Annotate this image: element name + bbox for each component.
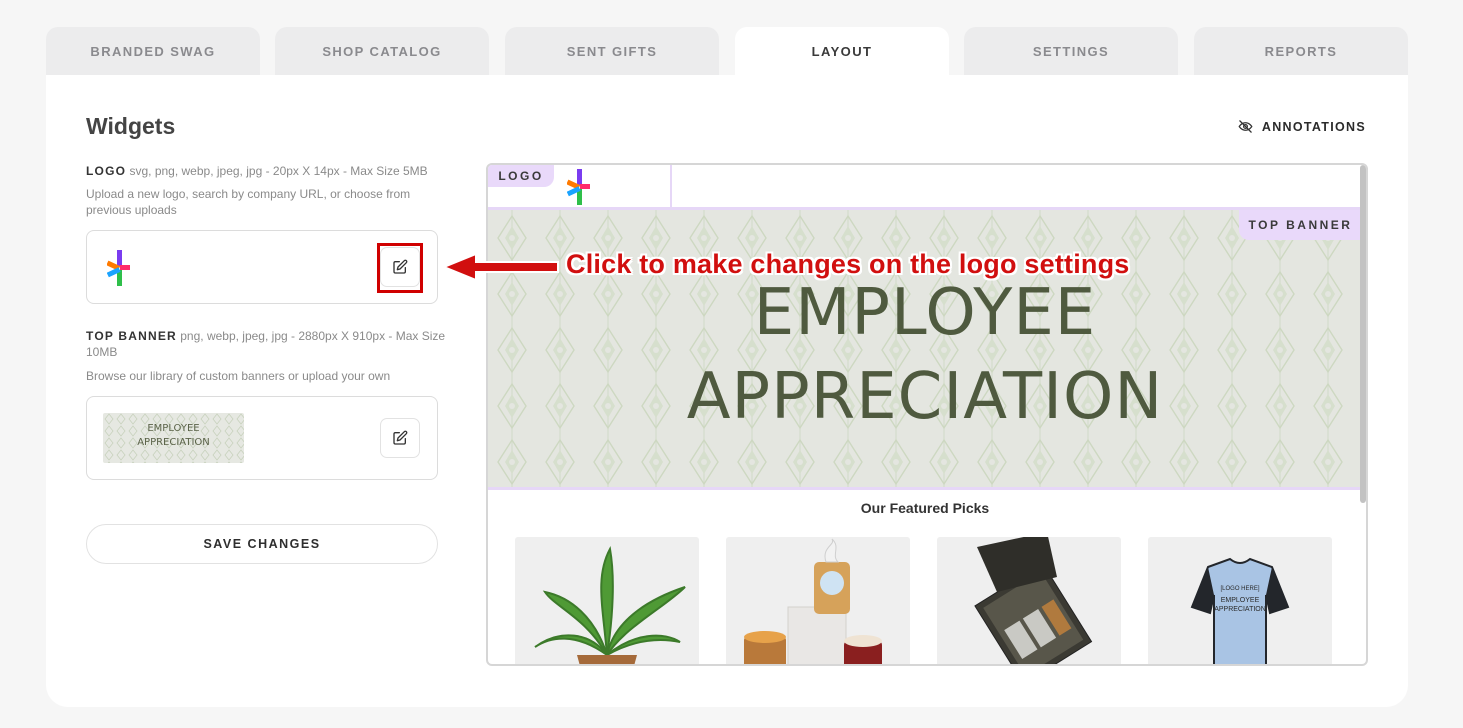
annotations-toggle[interactable]: ANNOTATIONS [1238, 119, 1366, 134]
jersey-text-3: APPRECIATION [1214, 606, 1266, 613]
product-card[interactable] [515, 537, 699, 664]
gift-box-image [937, 537, 1121, 664]
company-logo [106, 250, 131, 291]
product-card[interactable]: [LOGO HERE] EMPLOYEE APPRECIATION [1148, 537, 1332, 664]
tab-branded-swag[interactable]: BRANDED SWAG [46, 27, 260, 75]
widgets-title: Widgets [86, 113, 176, 139]
preview-scrollbar[interactable] [1360, 165, 1366, 503]
logo-field-label: LOGO [86, 164, 127, 178]
preview-banner-badge: TOP BANNER [1239, 210, 1362, 240]
product-card[interactable] [937, 537, 1121, 664]
plant-image [515, 537, 699, 664]
candle-set-image [726, 537, 910, 664]
logo-field-help: Upload a new logo, search by company URL… [86, 187, 411, 217]
tab-reports[interactable]: REPORTS [1194, 27, 1408, 75]
annotations-label: ANNOTATIONS [1261, 119, 1366, 134]
banner-line1: EMPLOYEE [753, 276, 1097, 350]
tab-bar: BRANDED SWAG SHOP CATALOG SENT GIFTS LAY… [46, 27, 1408, 75]
banner-field-label: TOP BANNER [86, 329, 177, 343]
banner-edit-button[interactable] [380, 418, 420, 458]
banner-card: EMPLOYEE APPRECIATION [86, 396, 438, 480]
layout-preview: LOGO TOP BANNER EMPLOYEE APPRECIATION Ou… [486, 163, 1368, 666]
banner-field-help: Browse our library of custom banners or … [86, 369, 391, 383]
callout-text: Click to make changes on the logo settin… [566, 249, 1130, 279]
product-card[interactable] [726, 537, 910, 664]
jersey-image: [LOGO HERE] EMPLOYEE APPRECIATION [1148, 537, 1332, 664]
jersey-text-2: EMPLOYEE [1220, 597, 1260, 604]
preview-company-logo [566, 169, 591, 210]
banner-field-header: TOP BANNER png, webp, jpeg, jpg - 2880px… [86, 328, 446, 360]
logo-card [86, 230, 438, 304]
logo-field-spec: svg, png, webp, jpeg, jpg - 20px X 14px … [129, 164, 428, 178]
logo-edit-highlight [377, 243, 423, 293]
tab-settings[interactable]: SETTINGS [964, 27, 1178, 75]
banner-line2: APPRECIATION [686, 360, 1164, 434]
banner-thumb-line2: APPRECIATION [137, 437, 210, 448]
featured-picks-title: Our Featured Picks [860, 500, 990, 516]
logo-field-header: LOGO svg, png, webp, jpeg, jpg - 20px X … [86, 163, 446, 179]
tab-layout[interactable]: LAYOUT [735, 27, 949, 75]
eye-off-icon [1238, 119, 1253, 134]
jersey-text-1: [LOGO HERE] [1220, 586, 1260, 592]
edit-icon [392, 430, 408, 446]
callout-arrow-icon [441, 252, 559, 282]
tab-sent-gifts[interactable]: SENT GIFTS [505, 27, 719, 75]
banner-thumbnail: EMPLOYEE APPRECIATION [103, 413, 244, 463]
tab-shop-catalog[interactable]: SHOP CATALOG [275, 27, 489, 75]
banner-thumb-line1: EMPLOYEE [147, 423, 200, 434]
preview-logo-badge: LOGO [488, 165, 554, 187]
save-changes-button[interactable]: SAVE CHANGES [86, 524, 438, 564]
layout-panel: Widgets ANNOTATIONS LOGO svg, png, webp,… [46, 75, 1408, 707]
preview-logo-zone[interactable]: LOGO [488, 165, 672, 207]
